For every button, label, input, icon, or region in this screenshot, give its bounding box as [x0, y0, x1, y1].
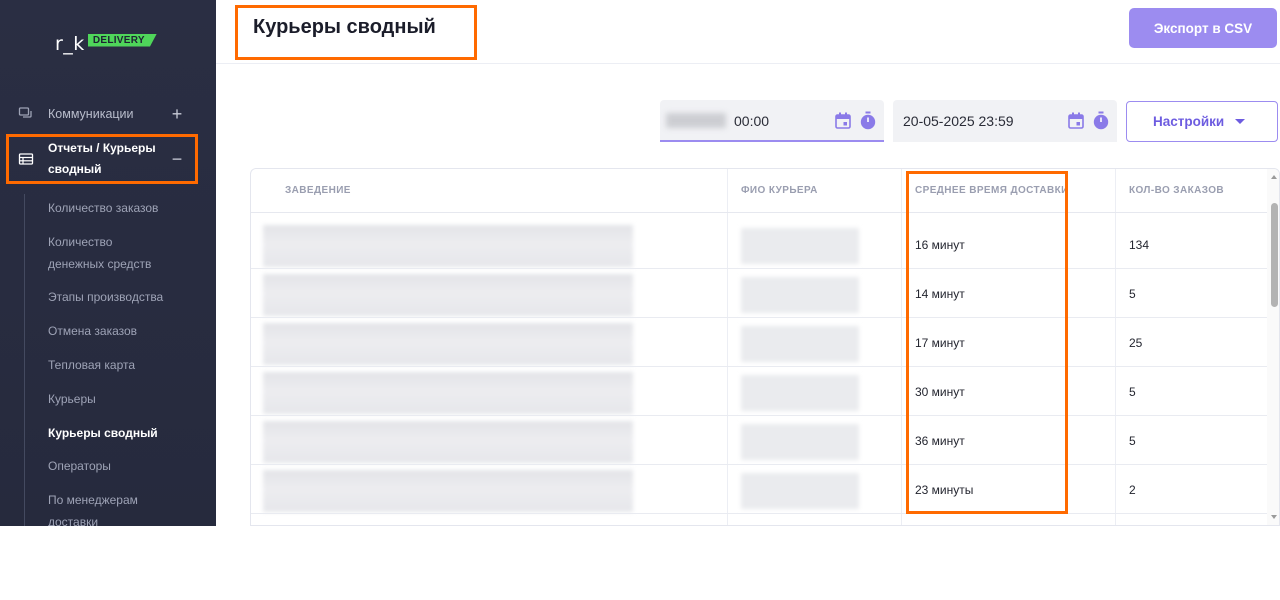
scroll-thumb[interactable] [1271, 203, 1278, 307]
settings-dropdown-button[interactable]: Настройки [1126, 101, 1278, 142]
app-window: r_k DELIVERY Коммуникации + Отчеты / Кур… [0, 0, 1280, 526]
vertical-scrollbar[interactable] [1267, 169, 1279, 525]
orders-count-cell: 5 [1129, 287, 1136, 301]
avg-delivery-time-cell: 23 минуты [915, 483, 974, 497]
date-to-value: 20-05-2025 23:59 [903, 113, 1014, 129]
sidebar-subitem[interactable]: Тепловая карта [48, 354, 188, 376]
date-from-field[interactable]: 00:00 [660, 100, 884, 142]
orders-count-cell: 25 [1129, 336, 1143, 350]
column-divider [901, 169, 902, 525]
redacted-venue [263, 225, 633, 267]
brand-logo[interactable]: r_k DELIVERY [55, 32, 157, 56]
redacted-venue [263, 470, 633, 512]
sidebar: r_k DELIVERY Коммуникации + Отчеты / Кур… [0, 0, 216, 526]
couriers-summary-table: ЗАВЕДЕНИЕ ФИО КУРЬЕРА СРЕДНЕЕ ВРЕМЯ ДОСТ… [250, 168, 1280, 526]
orders-count-cell: 2 [1129, 483, 1136, 497]
sidebar-subitem[interactable]: Этапы производства [48, 286, 188, 308]
row-divider [251, 317, 1279, 318]
sidebar-subitem[interactable]: Курьеры сводный [48, 422, 188, 444]
table-icon [18, 153, 34, 165]
orders-count-cell: 5 [1129, 385, 1136, 399]
column-divider [1115, 169, 1116, 525]
redacted-date [666, 113, 726, 128]
orders-count-cell: 5 [1129, 434, 1136, 448]
column-header-avg-delivery-time[interactable]: СРЕДНЕЕ ВРЕМЯ ДОСТАВКИ [901, 169, 1115, 213]
submenu-line [24, 194, 25, 526]
column-header-orders-count[interactable]: КОЛ-ВО ЗАКАЗОВ [1115, 169, 1267, 213]
sidebar-item-label: Отчеты / Курьеры сводный [48, 141, 156, 176]
row-divider [251, 464, 1279, 465]
chat-icon [18, 107, 32, 118]
export-csv-button[interactable]: Экспорт в CSV [1129, 8, 1277, 48]
expand-plus-icon[interactable]: + [170, 105, 184, 123]
column-header-venue[interactable]: ЗАВЕДЕНИЕ [251, 169, 727, 213]
sidebar-item-label: Коммуникации [48, 107, 134, 121]
avg-delivery-time-cell: 17 минут [915, 336, 965, 350]
redacted-venue [263, 421, 633, 463]
avg-delivery-time-cell: 30 минут [915, 385, 965, 399]
avg-delivery-time-cell: 36 минут [915, 434, 965, 448]
partial-row-text: · · · · · · · [265, 521, 313, 525]
redacted-courier-name [741, 228, 859, 264]
sidebar-subitem[interactable]: Курьеры [48, 388, 188, 410]
row-divider [251, 268, 1279, 269]
logo-badge: DELIVERY [87, 33, 157, 47]
logo-text: r_k [55, 33, 85, 55]
orders-count-cell: 134 [1129, 238, 1150, 252]
column-divider [727, 169, 728, 525]
scroll-up-arrow-icon[interactable] [1271, 175, 1277, 179]
sidebar-subitem[interactable]: Операторы [48, 455, 188, 477]
page-header: Курьеры сводный Экспорт в CSV [216, 0, 1280, 64]
redacted-venue [263, 323, 633, 365]
redacted-courier-name [741, 375, 859, 411]
redacted-venue [263, 372, 633, 414]
date-from-value: 00:00 [734, 113, 770, 129]
row-divider [251, 415, 1279, 416]
column-header-courier-name[interactable]: ФИО КУРЬЕРА [727, 169, 901, 213]
calendar-icon[interactable] [835, 112, 851, 129]
sidebar-item-reports[interactable]: Отчеты / Курьеры сводный − [0, 134, 216, 184]
sidebar-subitem[interactable]: Количество заказов [48, 197, 188, 219]
chevron-down-icon [1235, 119, 1245, 124]
redacted-courier-name [741, 277, 859, 313]
sidebar-subitem[interactable]: Количество денежных средств [48, 231, 158, 275]
date-to-field[interactable]: 20-05-2025 23:59 [893, 100, 1117, 142]
avg-delivery-time-cell: 16 минут [915, 238, 965, 252]
avg-delivery-time-cell: 14 минут [915, 287, 965, 301]
scroll-down-arrow-icon[interactable] [1271, 515, 1277, 519]
sidebar-subitem[interactable]: По менеджерам доставки [48, 489, 148, 526]
sidebar-subitem[interactable]: Отмена заказов [48, 320, 188, 342]
header-divider [251, 212, 1279, 213]
timer-icon[interactable] [859, 111, 877, 130]
redacted-courier-name [741, 424, 859, 460]
row-divider [251, 513, 1279, 514]
row-divider [251, 366, 1279, 367]
settings-label: Настройки [1153, 114, 1225, 129]
redacted-venue [263, 274, 633, 316]
sidebar-item-communications[interactable]: Коммуникации + [0, 104, 216, 124]
timer-icon[interactable] [1092, 111, 1110, 130]
page-title: Курьеры сводный [253, 16, 436, 38]
calendar-icon[interactable] [1068, 112, 1084, 129]
redacted-courier-name [741, 473, 859, 509]
collapse-minus-icon[interactable]: − [170, 150, 184, 168]
redacted-courier-name [741, 326, 859, 362]
